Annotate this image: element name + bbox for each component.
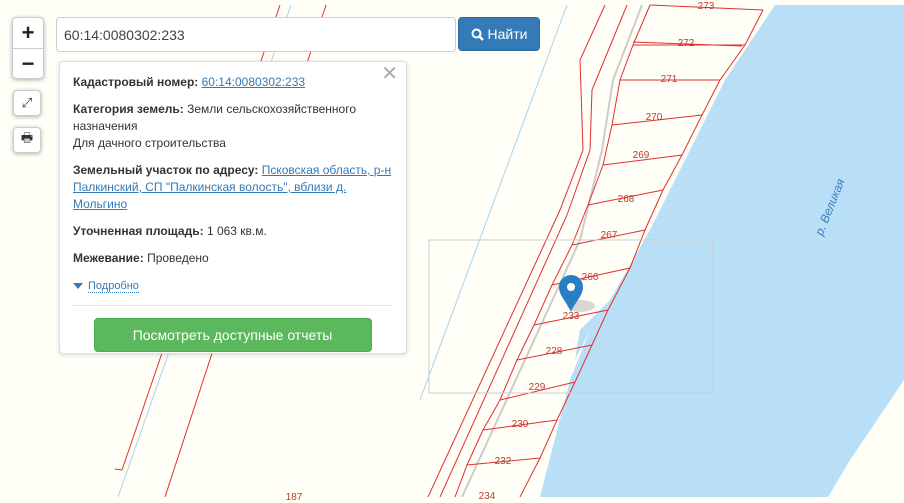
parcel-label: 233 [562,311,580,322]
boundary-line [419,4,568,401]
parcel-label: 267 [600,230,618,241]
details-toggle[interactable]: Подробно [73,277,392,295]
parcel-label: 229 [528,382,546,393]
parcel-label: 266 [581,272,599,283]
print-button[interactable]: 🖶 [13,127,41,153]
caret-down-icon [73,282,83,289]
parcel-label: 230 [511,419,529,430]
parcel-info-popup: ✕ Кадастровый номер: 60:14:0080302:233 К… [59,61,407,354]
fullscreen-button[interactable]: ⤢ [13,90,41,116]
search-button[interactable]: Найти [458,17,540,51]
close-icon[interactable]: ✕ [381,64,398,84]
printer-icon: 🖶 [20,130,34,145]
address-row: Земельный участок по адресу: Псковская о… [73,163,392,211]
cadastral-link[interactable]: 60:14:0080302:233 [202,75,305,89]
parcel-label: 268 [617,194,635,205]
parcel-label: 269 [632,150,650,161]
parcel-label: 272 [677,38,695,49]
view-reports-button[interactable]: Посмотреть доступные отчеты [93,318,372,352]
area-row: Уточненная площадь: 1 063 кв.м. [73,224,267,238]
zoom-out-button[interactable]: − [13,48,43,78]
cadastral-row: Кадастровый номер: 60:14:0080302:233 [73,75,306,89]
search-input[interactable] [56,17,456,52]
zoom-in-button[interactable]: + [13,18,43,48]
parcel-label: 271 [660,74,678,85]
divider [73,305,392,306]
parcel-label: 228 [545,346,563,357]
parcel-label: 187 [285,492,303,503]
zoom-control: + − [12,17,44,79]
parcel-label: 232 [494,456,512,467]
search-icon [471,28,484,41]
parcel-label: 270 [645,112,663,123]
survey-row: Межевание: Проведено [73,251,209,265]
search-button-label: Найти [487,26,528,42]
river [540,5,904,497]
expand-icon: ⤢ [21,95,33,110]
category-row: Категория земель: Земли сельскохозяйстве… [73,102,357,150]
parcel-label: 273 [697,1,715,12]
land-use: Для дачного строительства [73,136,226,150]
